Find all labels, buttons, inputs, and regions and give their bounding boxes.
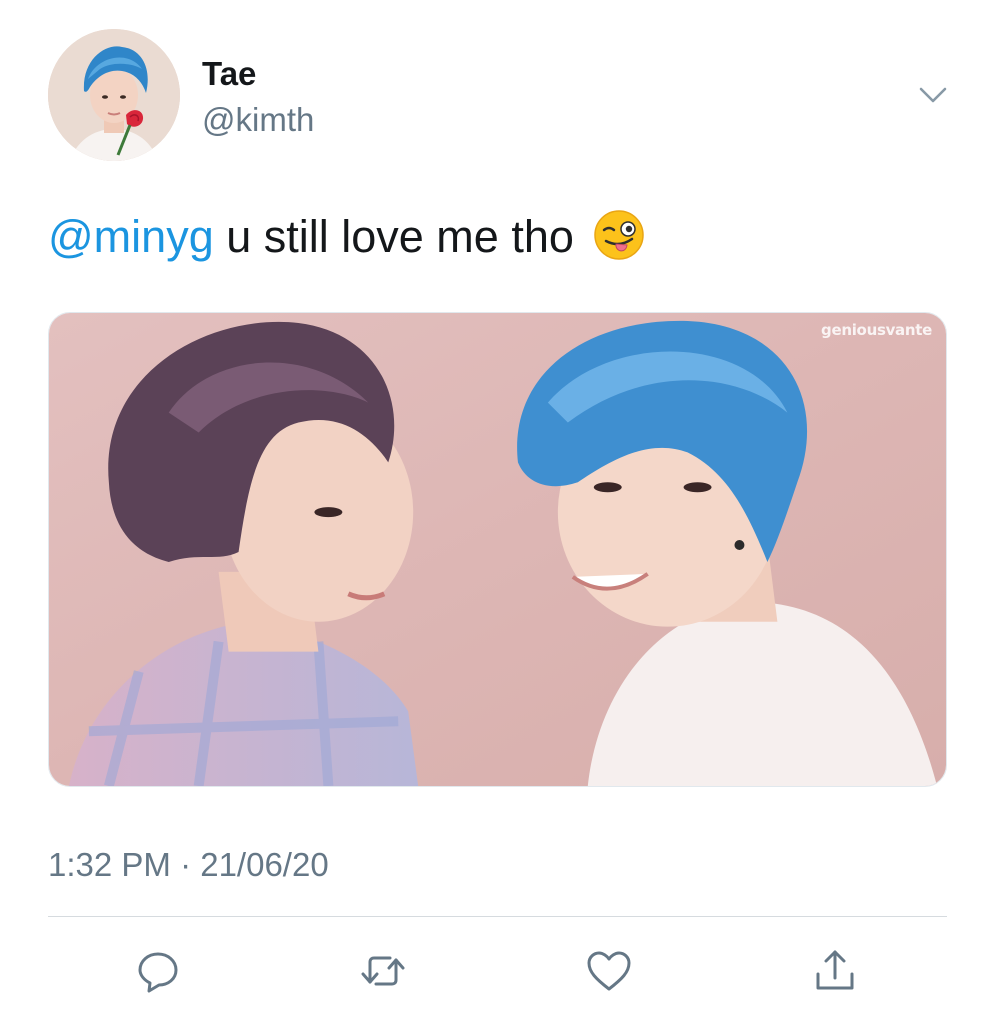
- retweet-icon: [361, 956, 405, 986]
- winking-face-with-tongue-icon: [592, 208, 646, 262]
- share-button[interactable]: [810, 946, 860, 996]
- display-name[interactable]: Tae: [202, 54, 256, 94]
- tweet-timestamp[interactable]: 1:32 PM · 21/06/20: [48, 845, 329, 885]
- reply-icon: [138, 952, 178, 993]
- share-icon: [816, 950, 854, 990]
- like-button[interactable]: [584, 946, 634, 996]
- divider: [48, 916, 947, 917]
- tweet-card: Tae @kimth @minyg u still love me tho ge…: [0, 0, 996, 1024]
- reply-button[interactable]: [133, 946, 183, 996]
- avatar[interactable]: [48, 29, 180, 161]
- tweet-text: @minyg u still love me tho: [48, 208, 646, 265]
- photo-image: [49, 313, 946, 786]
- media-photo[interactable]: geniousvante: [48, 312, 947, 787]
- tweet-body-text: u still love me tho: [213, 211, 574, 262]
- retweet-button[interactable]: [358, 946, 408, 996]
- photo-watermark: geniousvante: [821, 321, 932, 339]
- chevron-down-icon: [919, 87, 947, 103]
- tweet-actions: [0, 940, 996, 1000]
- heart-icon: [587, 951, 631, 991]
- mention-link[interactable]: @minyg: [48, 211, 214, 262]
- more-options-button[interactable]: [915, 80, 951, 110]
- avatar-image: [48, 29, 180, 161]
- user-handle[interactable]: @kimth: [202, 100, 314, 140]
